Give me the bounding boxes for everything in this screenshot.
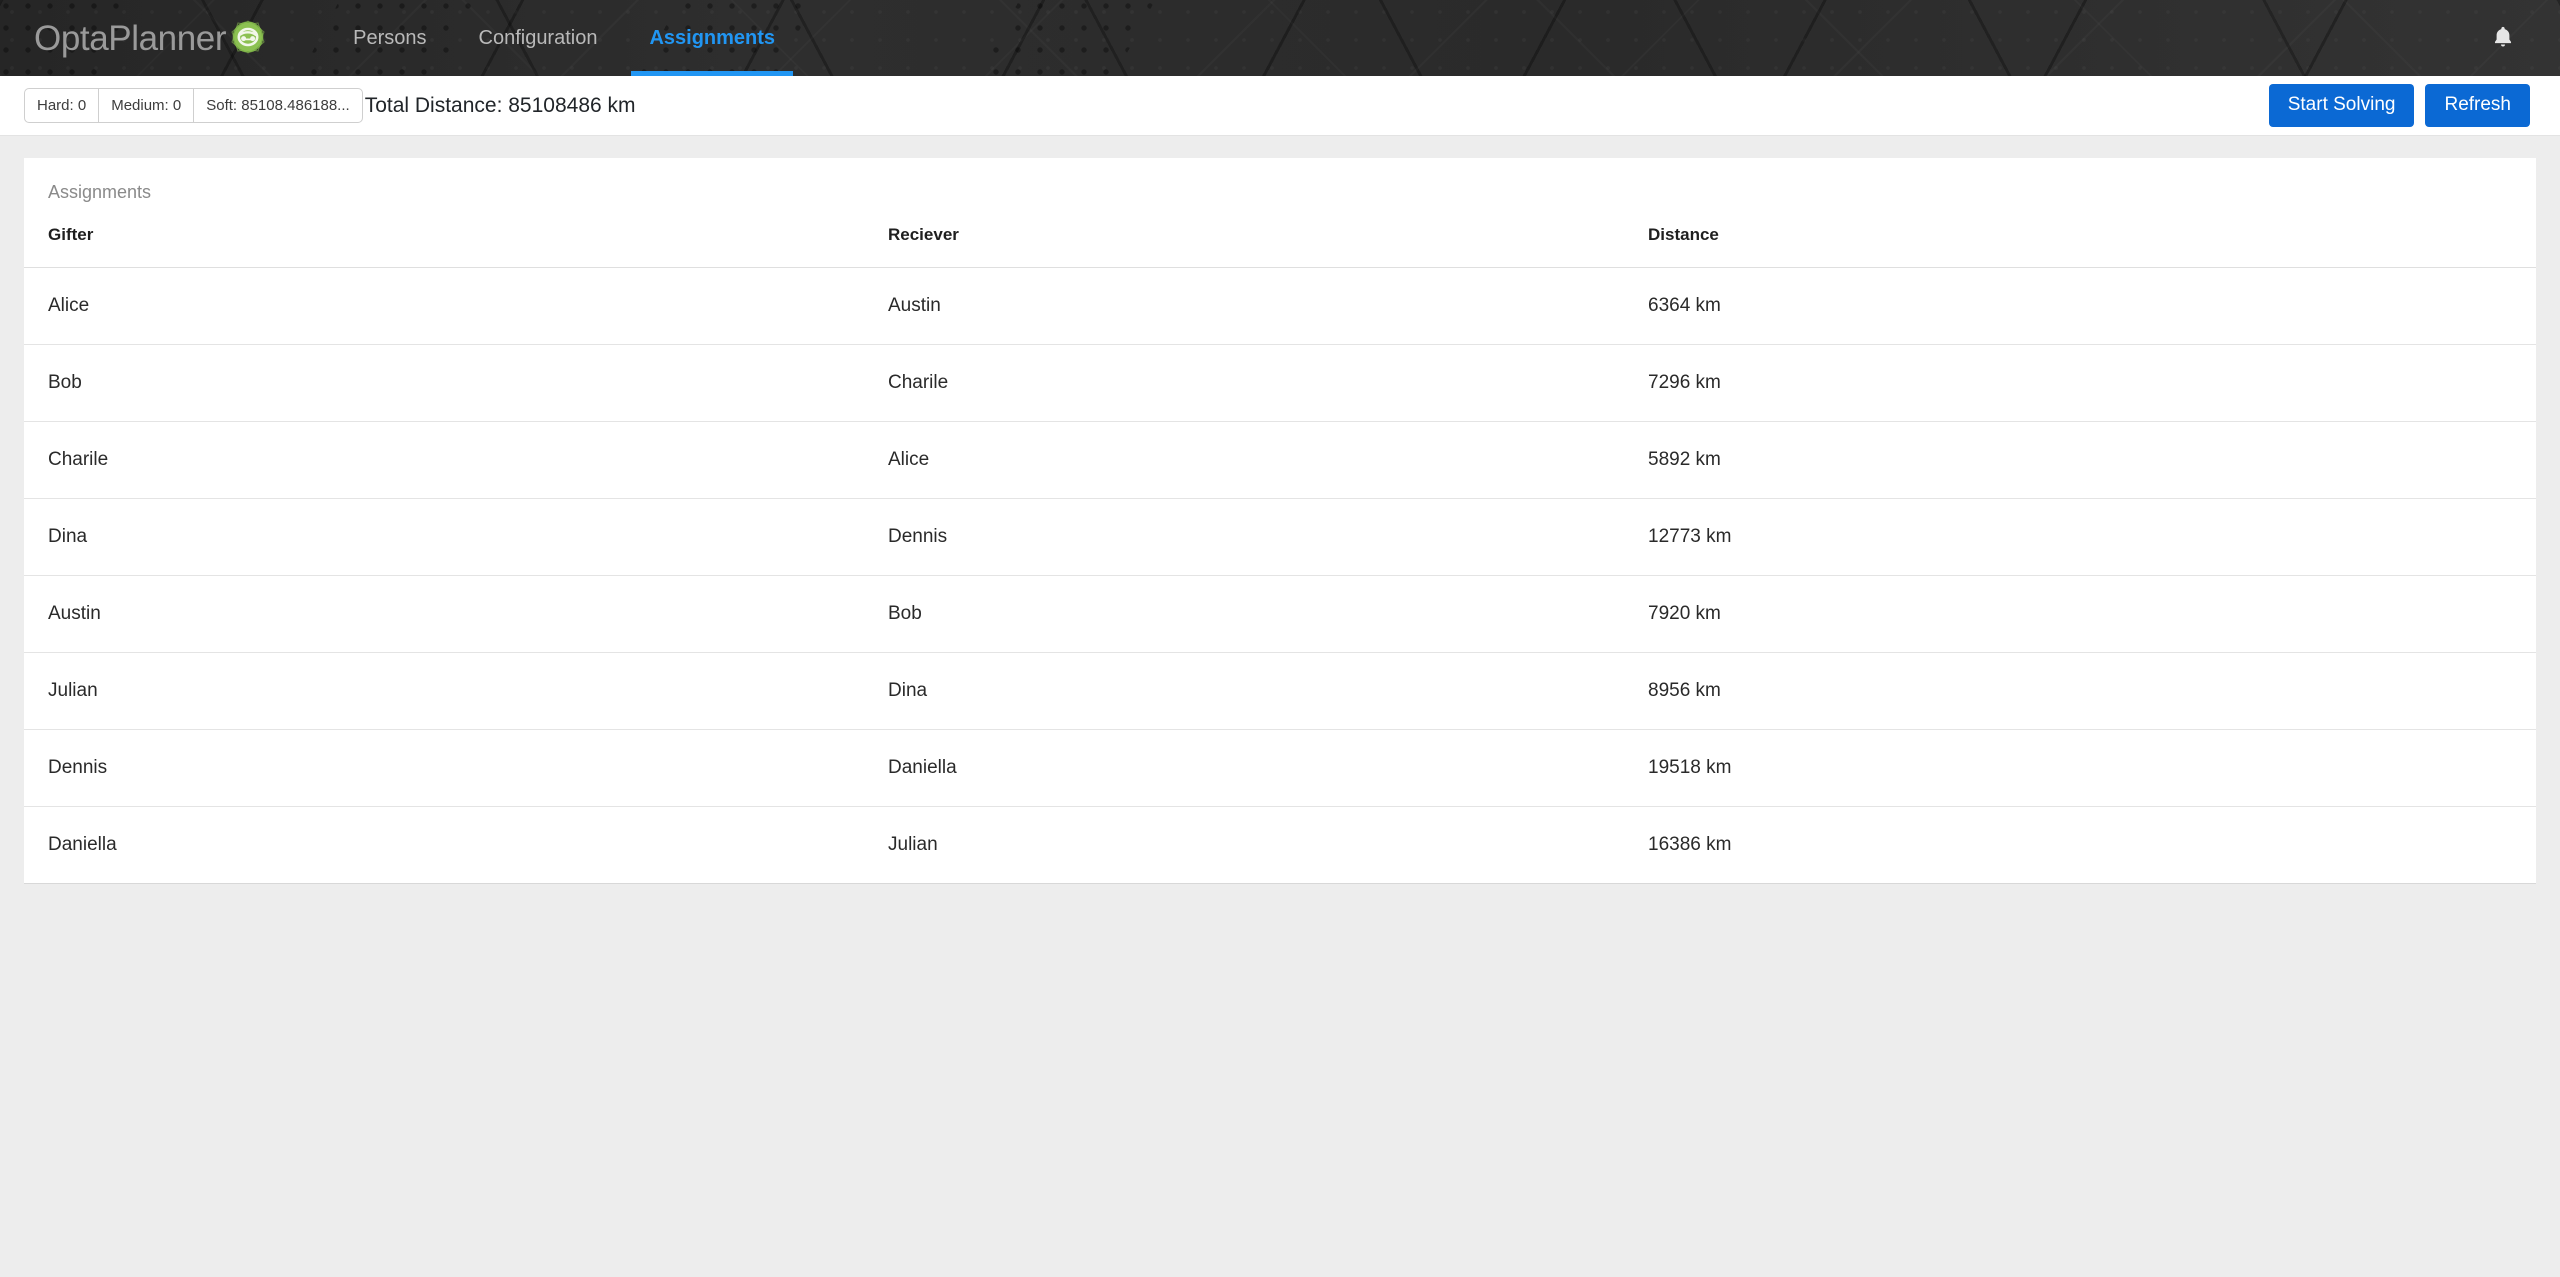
cell-gifter: Daniella xyxy=(48,834,117,855)
cell-receiver: Bob xyxy=(864,575,1624,653)
notifications-button[interactable] xyxy=(2480,15,2526,61)
table-head: Gifter Reciever Distance xyxy=(24,219,2536,268)
column-header-distance[interactable]: Distance xyxy=(1624,219,2536,268)
optaplanner-leaf-logo-icon xyxy=(231,20,265,59)
toolbar-actions: Start Solving Refresh xyxy=(2268,84,2530,127)
cell-distance: 5892 km xyxy=(1624,421,2536,499)
total-distance-label: Total Distance: 85108486 km xyxy=(364,93,636,117)
cell-receiver: Austin xyxy=(864,267,1624,345)
assignments-table: Gifter Reciever Distance Alice Austin 63… xyxy=(24,219,2536,883)
refresh-button[interactable]: Refresh xyxy=(2425,84,2530,127)
score-badge-soft[interactable]: Soft: 85108.486188... xyxy=(193,88,363,123)
table-row[interactable]: Dina Dennis 12773 km xyxy=(24,498,2536,576)
cell-gifter: Bob xyxy=(24,344,864,422)
cell-distance: 6364 km xyxy=(1624,267,2536,345)
cell-receiver: Julian xyxy=(888,834,938,855)
brand-logo[interactable]: OptaPlanner xyxy=(34,17,265,59)
table-row[interactable]: Julian Dina 8956 km xyxy=(24,652,2536,730)
top-navbar: OptaPlanner Persons Configuration Assign… xyxy=(0,0,2560,76)
table-body: Alice Austin 6364 km Bob Charile 7296 km… xyxy=(24,267,2536,884)
table-row[interactable]: Austin Bob 7920 km xyxy=(24,575,2536,653)
assignments-card: Assignments Gifter Reciever Distance Ali… xyxy=(24,158,2536,884)
cell-gifter: Alice xyxy=(24,267,864,345)
score-badge-medium[interactable]: Medium: 0 xyxy=(98,88,195,123)
nav-link-configuration[interactable]: Configuration xyxy=(453,0,624,76)
cell-receiver: Dennis xyxy=(864,498,1624,576)
column-header-receiver[interactable]: Reciever xyxy=(864,219,1624,268)
table-header-row: Gifter Reciever Distance xyxy=(24,219,2536,268)
cell-gifter: Charile xyxy=(24,421,864,499)
brand-name: OptaPlanner xyxy=(34,18,227,58)
table-row[interactable]: Bob Charile 7296 km xyxy=(24,344,2536,422)
nav-link-persons[interactable]: Persons xyxy=(327,0,452,76)
cell-gifter: Dina xyxy=(24,498,864,576)
cell-distance: 8956 km xyxy=(1624,652,2536,730)
cell-distance: 7920 km xyxy=(1624,575,2536,653)
table-row[interactable]: Alice Austin 6364 km xyxy=(24,267,2536,345)
cell-receiver: Dina xyxy=(864,652,1624,730)
column-header-gifter[interactable]: Gifter xyxy=(24,219,864,268)
main-content: Assignments Gifter Reciever Distance Ali… xyxy=(0,158,2560,884)
cell-gifter: Julian xyxy=(24,652,864,730)
table-row[interactable]: Charile Alice 5892 km xyxy=(24,421,2536,499)
cell-receiver: Charile xyxy=(864,344,1624,422)
card-title: Assignments xyxy=(48,182,152,202)
cell-distance: 7296 km xyxy=(1624,344,2536,422)
cell-receiver: Daniella xyxy=(864,729,1624,807)
primary-nav: Persons Configuration Assignments xyxy=(327,0,801,76)
bell-icon xyxy=(2490,24,2516,53)
start-solving-button[interactable]: Start Solving xyxy=(2268,84,2415,127)
cell-distance: 16386 km xyxy=(1648,834,1732,855)
cell-distance: 19518 km xyxy=(1624,729,2536,807)
table-row[interactable]: Dennis Daniella 19518 km xyxy=(24,729,2536,807)
cell-gifter: Austin xyxy=(24,575,864,653)
cell-gifter: Dennis xyxy=(24,729,864,807)
nav-link-assignments[interactable]: Assignments xyxy=(623,0,801,76)
score-toolbar: Hard: 0 Medium: 0 Soft: 85108.486188... … xyxy=(0,76,2560,136)
score-badge-hard[interactable]: Hard: 0 xyxy=(24,88,100,123)
cell-distance: 12773 km xyxy=(1624,498,2536,576)
table-row[interactable]: Daniella Julian 16386 km xyxy=(24,807,2536,884)
score-badge-group: Hard: 0 Medium: 0 Soft: 85108.486188... xyxy=(24,88,363,123)
cell-receiver: Alice xyxy=(864,421,1624,499)
